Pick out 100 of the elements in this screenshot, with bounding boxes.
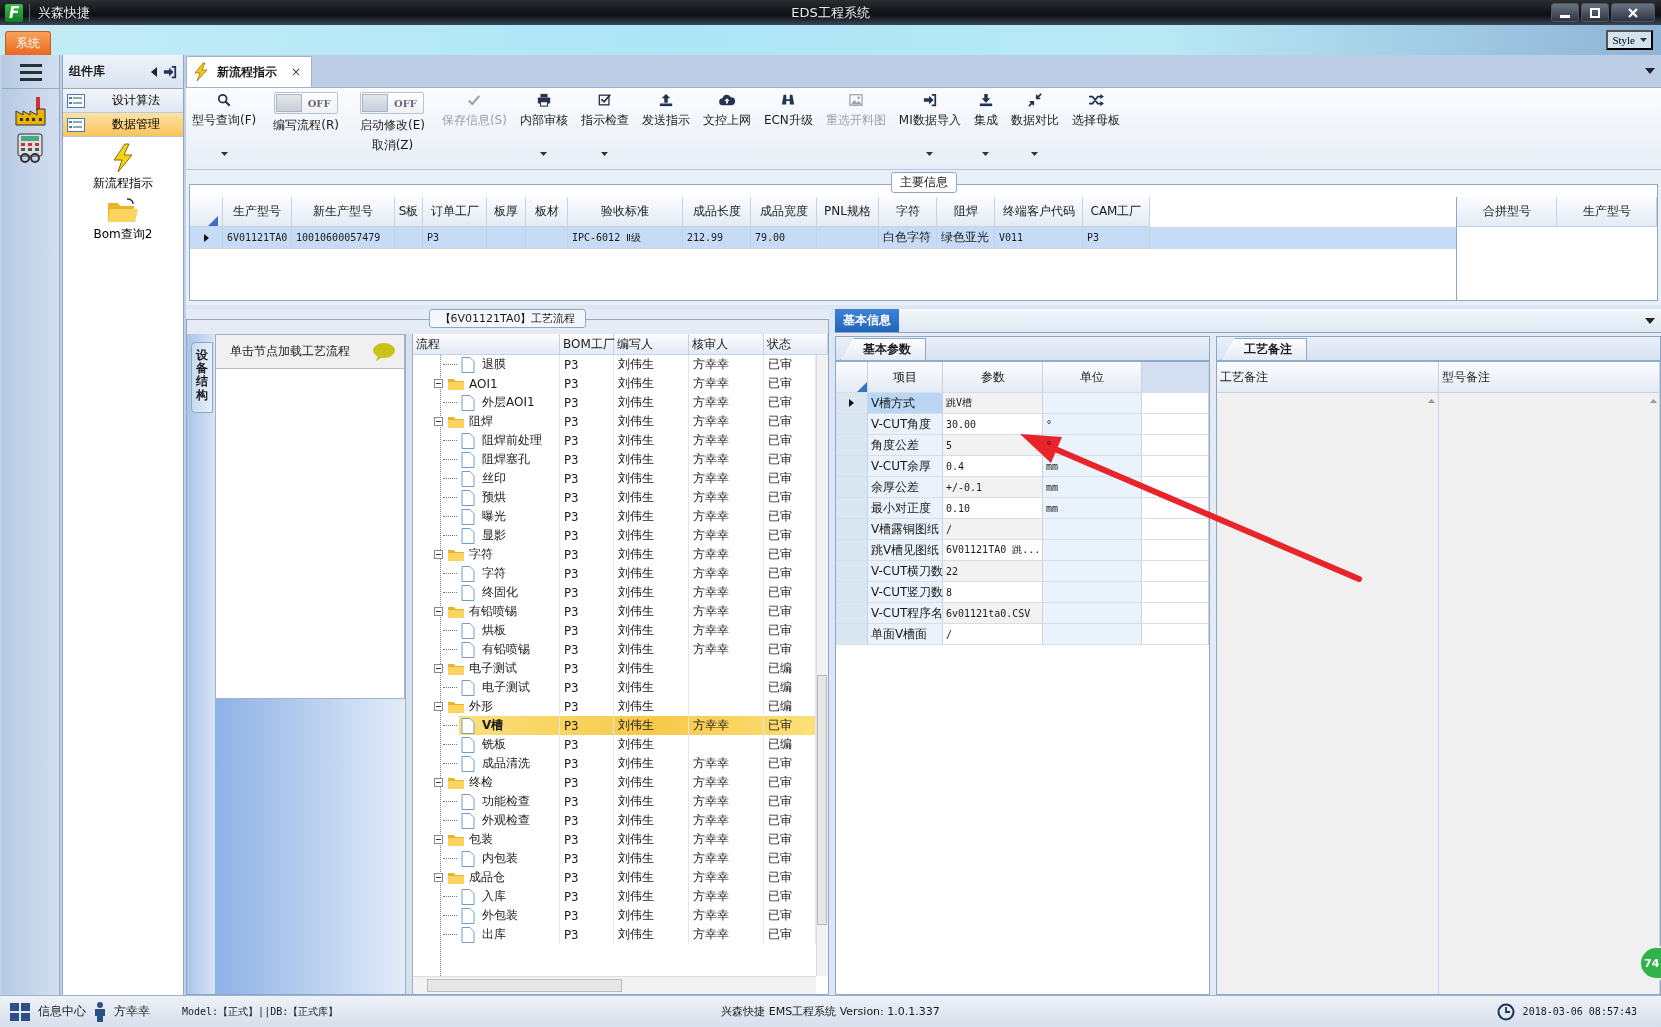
- grid-icon[interactable]: [10, 1002, 30, 1021]
- table-row[interactable]: 单面V槽面 /: [836, 624, 1209, 645]
- column-header[interactable]: 参数: [943, 362, 1043, 393]
- column-header[interactable]: 验收标准: [568, 197, 683, 227]
- side-tab[interactable]: 设备结构: [191, 342, 213, 413]
- table-row[interactable]: V-CUT竖刀数 8: [836, 582, 1209, 603]
- tree-row[interactable]: 外包装 P3 刘伟生 方幸幸 已审: [413, 906, 816, 925]
- tree-row[interactable]: 有铅喷锡 P3 刘伟生 方幸幸 已审: [413, 602, 816, 621]
- maximize-button[interactable]: [1581, 3, 1609, 22]
- column-header[interactable]: 生产型号: [223, 197, 292, 227]
- collapse-icon[interactable]: [434, 417, 443, 426]
- component-item[interactable]: 新流程指示: [63, 143, 183, 192]
- tree-row[interactable]: 内包装 P3 刘伟生 方幸幸 已审: [413, 849, 816, 868]
- toolbar-button[interactable]: 文控上网: [702, 92, 751, 152]
- toolbar-button[interactable]: 指示检查: [580, 92, 629, 159]
- tree-row[interactable]: 铣板 P3 刘伟生 已编: [413, 735, 816, 754]
- column-header[interactable]: S板: [395, 197, 423, 227]
- collapse-icon[interactable]: [434, 835, 443, 844]
- tree-row[interactable]: 烘板 P3 刘伟生 方幸幸 已审: [413, 621, 816, 640]
- tree-row[interactable]: 外层AOI1 P3 刘伟生 方幸幸 已审: [413, 393, 816, 412]
- factory-button[interactable]: [13, 95, 48, 127]
- document-tab[interactable]: 新流程指示 ×: [186, 56, 313, 87]
- tabs-dropdown[interactable]: [1645, 68, 1655, 74]
- toggle-switch[interactable]: OFF: [360, 92, 425, 114]
- table-row[interactable]: 余厚公差 +/-0.1 mm: [836, 477, 1209, 498]
- column-header[interactable]: 新生产型号: [292, 197, 395, 227]
- column-header[interactable]: 阻焊: [937, 197, 995, 227]
- collapse-icon[interactable]: [434, 702, 443, 711]
- column-header[interactable]: 型号备注: [1438, 362, 1660, 393]
- column-header[interactable]: 字符: [879, 197, 937, 227]
- tree-row[interactable]: 外观检查 P3 刘伟生 方幸幸 已审: [413, 811, 816, 830]
- column-header[interactable]: 流程: [413, 334, 560, 354]
- column-header[interactable]: 生产型号: [1557, 197, 1657, 227]
- panel-tab[interactable]: 基本参数: [840, 338, 926, 360]
- column-header[interactable]: 工艺备注: [1217, 362, 1439, 393]
- tree-row[interactable]: 预烘 P3 刘伟生 方幸幸 已审: [413, 488, 816, 507]
- column-header[interactable]: BOM工厂: [560, 334, 614, 354]
- tree-row[interactable]: 阻焊 P3 刘伟生 方幸幸 已审: [413, 412, 816, 431]
- column-header[interactable]: 单位: [1043, 362, 1142, 393]
- tree-row[interactable]: 字符 P3 刘伟生 方幸幸 已审: [413, 545, 816, 564]
- toolbar-button[interactable]: 数据对比: [1010, 92, 1059, 159]
- collapse-button[interactable]: [151, 66, 157, 77]
- toolbar-button[interactable]: 集成: [973, 92, 998, 159]
- component-item[interactable]: Bom查询2: [63, 198, 183, 243]
- toolbar-button[interactable]: 发送指示: [641, 92, 690, 152]
- minimize-button[interactable]: [1551, 3, 1579, 22]
- collapse-icon[interactable]: [434, 778, 443, 787]
- panel-tab[interactable]: 基本信息: [835, 309, 899, 332]
- toolbar-button[interactable]: MI数据导入: [898, 92, 961, 159]
- panel-tab[interactable]: 工艺备注: [1221, 338, 1307, 360]
- tree-row[interactable]: 显影 P3 刘伟生 方幸幸 已审: [413, 526, 816, 545]
- toolbar-button[interactable]: 内部审核: [519, 92, 568, 159]
- column-header[interactable]: 状态: [764, 334, 828, 354]
- table-row[interactable]: V槽方式 跳V槽: [836, 393, 1209, 414]
- tree-row[interactable]: 功能检查 P3 刘伟生 方幸幸 已审: [413, 792, 816, 811]
- info-center-link[interactable]: 信息中心: [38, 1003, 86, 1020]
- table-row[interactable]: 6V01121TA0 10010600057479 P3 IPC-6012 Ⅱ级 212.99 79.00 白色字符 绿色亚光 V011 P3: [190, 227, 1456, 249]
- table-row[interactable]: V槽露铜图纸 /: [836, 519, 1209, 540]
- tree-row[interactable]: 入库 P3 刘伟生 方幸幸 已审: [413, 887, 816, 906]
- column-header[interactable]: 成品宽度: [751, 197, 817, 227]
- tree-row[interactable]: AOI1 P3 刘伟生 方幸幸 已审: [413, 374, 816, 393]
- collapse-icon[interactable]: [434, 550, 443, 559]
- group-item[interactable]: 数据管理: [63, 113, 183, 137]
- tree-row[interactable]: 成品清洗 P3 刘伟生 方幸幸 已审: [413, 754, 816, 773]
- pin-button[interactable]: [163, 64, 177, 79]
- column-header[interactable]: 成品长度: [683, 197, 751, 227]
- tree-row[interactable]: 终固化 P3 刘伟生 方幸幸 已审: [413, 583, 816, 602]
- group-item[interactable]: 设计算法: [63, 89, 183, 113]
- panel-dropdown[interactable]: [1645, 317, 1655, 324]
- column-header[interactable]: 编写人: [614, 334, 689, 354]
- toolbar-button[interactable]: ECN升级: [763, 92, 813, 152]
- style-dropdown[interactable]: Style: [1606, 30, 1653, 50]
- tree-row[interactable]: 丝印 P3 刘伟生 方幸幸 已审: [413, 469, 816, 488]
- tree-row[interactable]: 出库 P3 刘伟生 方幸幸 已审: [413, 925, 816, 944]
- table-row[interactable]: 角度公差 5 °: [836, 435, 1209, 456]
- table-row[interactable]: 跳V槽见图纸 6V01121TA0 跳...: [836, 540, 1209, 561]
- tree-row[interactable]: 终检 P3 刘伟生 方幸幸 已审: [413, 773, 816, 792]
- collapse-icon[interactable]: [434, 873, 443, 882]
- column-header[interactable]: 核审人: [689, 334, 764, 354]
- table-row[interactable]: V-CUT角度 30.00 °: [836, 414, 1209, 435]
- tree-row[interactable]: 电子测试 P3 刘伟生 已编: [413, 659, 816, 678]
- collapse-icon[interactable]: [434, 379, 443, 388]
- column-header[interactable]: 合拼型号: [1457, 197, 1557, 227]
- tree-row[interactable]: 成品仓 P3 刘伟生 方幸幸 已审: [413, 868, 816, 887]
- scrollbar[interactable]: [413, 976, 816, 994]
- tree-row[interactable]: 退膜 P3 刘伟生 方幸幸 已审: [413, 355, 816, 374]
- column-header[interactable]: 终端客户代码: [995, 197, 1083, 227]
- tree-row[interactable]: 阻焊塞孔 P3 刘伟生 方幸幸 已审: [413, 450, 816, 469]
- collapse-icon[interactable]: [434, 664, 443, 673]
- scrollbar[interactable]: [816, 355, 828, 976]
- column-header[interactable]: CAM工厂: [1083, 197, 1150, 227]
- tab-close[interactable]: ×: [291, 65, 302, 79]
- table-row[interactable]: V-CUT余厚 0.4 mm: [836, 456, 1209, 477]
- tree-row[interactable]: 有铅喷锡 P3 刘伟生 方幸幸 已审: [413, 640, 816, 659]
- table-row[interactable]: V-CUT横刀数 22: [836, 561, 1209, 582]
- column-header[interactable]: 板材: [526, 197, 568, 227]
- column-header[interactable]: 项目: [868, 362, 943, 393]
- toolbar-button[interactable]: 选择母板: [1071, 92, 1120, 152]
- collapse-icon[interactable]: [434, 607, 443, 616]
- column-header[interactable]: 板厚: [487, 197, 526, 227]
